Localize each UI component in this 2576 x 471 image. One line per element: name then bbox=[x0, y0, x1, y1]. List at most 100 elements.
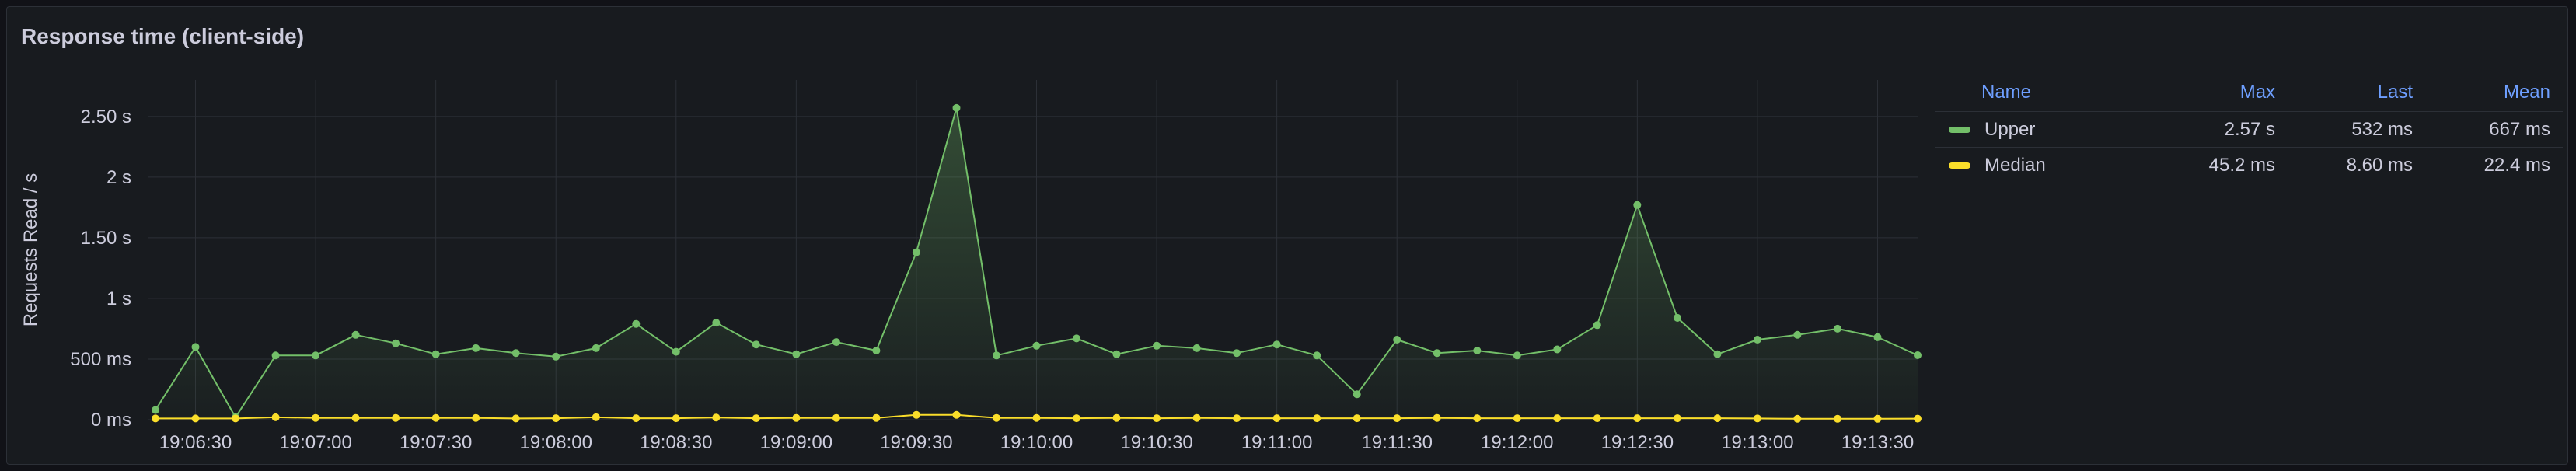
median-point[interactable] bbox=[1032, 413, 1041, 422]
upper-point[interactable] bbox=[1713, 350, 1722, 358]
median-point[interactable] bbox=[1153, 414, 1161, 423]
legend-header-max[interactable]: Max bbox=[2150, 75, 2288, 112]
legend-header-name[interactable]: Name bbox=[1935, 75, 2151, 112]
upper-point[interactable] bbox=[1192, 344, 1201, 352]
legend-row-median[interactable]: Median 45.2 ms 8.60 ms 22.4 ms bbox=[1935, 147, 2563, 183]
median-point[interactable] bbox=[1233, 414, 1241, 423]
median-point[interactable] bbox=[152, 414, 159, 423]
median-point[interactable] bbox=[993, 413, 1000, 422]
median-point[interactable] bbox=[191, 414, 200, 423]
upper-point[interactable] bbox=[351, 330, 360, 339]
upper-point[interactable] bbox=[511, 349, 520, 358]
median-point[interactable] bbox=[1313, 414, 1321, 423]
upper-point[interactable] bbox=[1433, 349, 1441, 358]
median-point[interactable] bbox=[872, 413, 881, 422]
upper-point[interactable] bbox=[632, 319, 641, 328]
upper-point[interactable] bbox=[152, 406, 159, 414]
response-time-chart[interactable]: 0 ms 500 ms 1 s 1.50 s 2 s 2.50 s 19:06:30 19:0… bbox=[7, 7, 1927, 466]
upper-point[interactable] bbox=[752, 340, 760, 349]
upper-point[interactable] bbox=[1393, 336, 1401, 344]
upper-point[interactable] bbox=[1793, 330, 1802, 339]
median-point[interactable] bbox=[552, 414, 560, 423]
median-point[interactable] bbox=[1593, 414, 1601, 423]
upper-point[interactable] bbox=[1513, 351, 1521, 360]
upper-point[interactable] bbox=[592, 344, 600, 352]
median-point[interactable] bbox=[1073, 414, 1080, 423]
median-point[interactable] bbox=[271, 413, 280, 421]
upper-point[interactable] bbox=[431, 350, 440, 358]
legend-row-upper[interactable]: Upper 2.57 s 532 ms 667 ms bbox=[1935, 111, 2563, 148]
median-point[interactable] bbox=[1553, 414, 1562, 423]
median-point[interactable] bbox=[1192, 413, 1201, 422]
upper-point[interactable] bbox=[1873, 333, 1882, 341]
upper-point[interactable] bbox=[1272, 340, 1281, 349]
median-point[interactable] bbox=[1753, 414, 1761, 423]
upper-point[interactable] bbox=[1753, 336, 1761, 344]
x-tick-label: 19:08:00 bbox=[520, 432, 592, 453]
median-point[interactable] bbox=[351, 413, 360, 422]
upper-point[interactable] bbox=[271, 351, 280, 360]
upper-point[interactable] bbox=[1353, 390, 1361, 399]
median-point[interactable] bbox=[431, 413, 440, 422]
upper-point[interactable] bbox=[1032, 341, 1041, 350]
median-point[interactable] bbox=[712, 413, 721, 422]
x-tick-label: 19:12:00 bbox=[1481, 432, 1553, 453]
upper-point[interactable] bbox=[952, 103, 961, 112]
median-point[interactable] bbox=[1914, 414, 1922, 423]
upper-point[interactable] bbox=[1593, 321, 1601, 330]
upper-point[interactable] bbox=[1834, 324, 1841, 333]
upper-point[interactable] bbox=[1914, 351, 1922, 359]
upper-point[interactable] bbox=[1313, 351, 1321, 360]
upper-point[interactable] bbox=[1153, 341, 1161, 350]
upper-point[interactable] bbox=[872, 347, 881, 354]
median-point[interactable] bbox=[1353, 414, 1361, 423]
median-point[interactable] bbox=[832, 413, 840, 422]
median-point[interactable] bbox=[1673, 414, 1681, 423]
median-point[interactable] bbox=[1112, 413, 1121, 422]
median-point[interactable] bbox=[1793, 414, 1802, 423]
median-point[interactable] bbox=[472, 413, 480, 422]
upper-point[interactable] bbox=[672, 347, 680, 356]
upper-point[interactable] bbox=[1112, 350, 1121, 358]
upper-point[interactable] bbox=[792, 350, 801, 358]
median-point[interactable] bbox=[912, 410, 920, 419]
median-point[interactable] bbox=[592, 413, 600, 421]
median-point[interactable] bbox=[511, 414, 520, 423]
upper-point[interactable] bbox=[1673, 313, 1681, 322]
upper-point[interactable] bbox=[912, 248, 920, 256]
median-point[interactable] bbox=[672, 414, 680, 423]
upper-point[interactable] bbox=[832, 338, 840, 347]
median-point[interactable] bbox=[752, 414, 760, 423]
upper-point[interactable] bbox=[312, 351, 320, 360]
upper-point[interactable] bbox=[1633, 201, 1642, 209]
upper-point[interactable] bbox=[191, 343, 200, 351]
median-point[interactable] bbox=[632, 414, 641, 423]
median-point[interactable] bbox=[952, 410, 961, 419]
median-point[interactable] bbox=[1873, 414, 1882, 423]
median-point[interactable] bbox=[1393, 414, 1401, 423]
upper-point[interactable] bbox=[392, 339, 400, 347]
median-point[interactable] bbox=[1473, 414, 1482, 423]
upper-point[interactable] bbox=[552, 352, 560, 361]
upper-point[interactable] bbox=[1473, 347, 1482, 354]
median-point[interactable] bbox=[792, 413, 801, 422]
median-point[interactable] bbox=[1633, 414, 1642, 423]
median-point[interactable] bbox=[1713, 414, 1722, 423]
median-point[interactable] bbox=[1272, 414, 1281, 423]
upper-point[interactable] bbox=[1233, 349, 1241, 358]
median-point[interactable] bbox=[1513, 414, 1521, 423]
upper-point[interactable] bbox=[993, 351, 1000, 360]
upper-point[interactable] bbox=[1073, 334, 1080, 343]
upper-point[interactable] bbox=[712, 319, 721, 327]
median-point[interactable] bbox=[312, 413, 320, 422]
median-point[interactable] bbox=[1433, 413, 1441, 422]
y-tick-label: 1 s bbox=[106, 288, 131, 309]
median-point[interactable] bbox=[392, 413, 400, 422]
upper-point[interactable] bbox=[472, 344, 480, 352]
legend-header-mean[interactable]: Mean bbox=[2425, 75, 2563, 112]
median-point[interactable] bbox=[1834, 414, 1841, 423]
median-point[interactable] bbox=[232, 414, 239, 423]
upper-point[interactable] bbox=[1553, 345, 1562, 354]
legend-header-last[interactable]: Last bbox=[2288, 75, 2426, 112]
response-time-panel: Response time (client-side) 0 ms 500 ms 1 … bbox=[6, 6, 2568, 465]
